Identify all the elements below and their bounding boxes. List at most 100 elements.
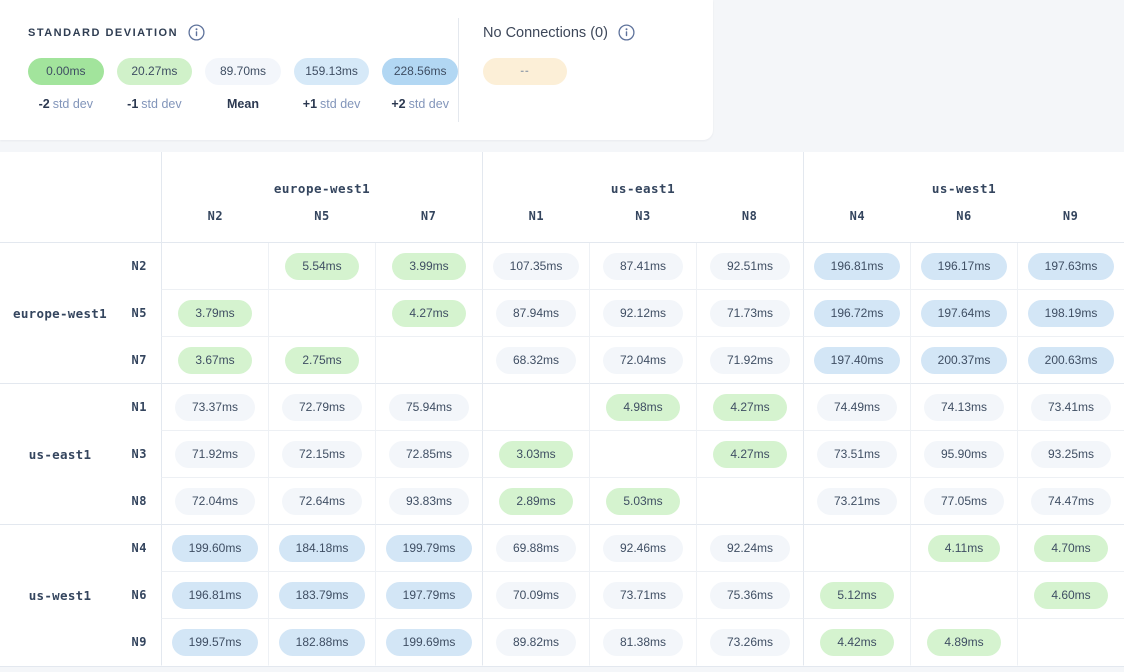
latency-cell: 4.98ms (589, 384, 696, 431)
latency-pill: 87.41ms (603, 253, 683, 280)
latency-cell: 74.49ms (803, 384, 910, 431)
legend-stop: 20.27ms-1std dev (117, 58, 193, 111)
empty-diagonal-cell (268, 290, 375, 337)
std-dev-scale: 0.00ms-2std dev20.27ms-1std dev89.70msMe… (28, 58, 458, 111)
latency-cell: 73.37ms (161, 384, 268, 431)
latency-cell: 197.64ms (910, 290, 1017, 337)
latency-cell: 70.09ms (482, 572, 589, 619)
latency-cell: 3.99ms (375, 243, 482, 290)
empty-diagonal-cell (910, 572, 1017, 619)
latency-pill: 4.27ms (713, 441, 786, 468)
latency-pill: 87.94ms (496, 300, 576, 327)
column-node-header: N6 (911, 209, 1018, 242)
latency-pill: 107.35ms (493, 253, 580, 280)
latency-pill: 4.98ms (606, 394, 679, 421)
latency-cell: 183.79ms (268, 572, 375, 619)
no-connections-info-icon[interactable] (618, 24, 635, 41)
latency-cell: 4.27ms (696, 384, 803, 431)
latency-cell: 4.27ms (375, 290, 482, 337)
column-node-header: N4 (804, 209, 911, 242)
latency-cell: 199.79ms (375, 525, 482, 572)
latency-cell: 4.60ms (1017, 572, 1124, 619)
latency-cell: 72.85ms (375, 431, 482, 478)
latency-cell: 197.40ms (803, 337, 910, 384)
latency-cell: 71.73ms (696, 290, 803, 337)
latency-pill: 196.81ms (172, 582, 259, 609)
std-dev-title: STANDARD DEVIATION (28, 27, 178, 39)
latency-cell: 71.92ms (696, 337, 803, 384)
latency-cell: 107.35ms (482, 243, 589, 290)
latency-cell: 2.89ms (482, 478, 589, 525)
row-region-label: us-west1 (0, 525, 120, 666)
latency-cell: 92.24ms (696, 525, 803, 572)
std-dev-info-icon[interactable] (188, 24, 205, 41)
latency-pill: 73.21ms (817, 488, 897, 515)
latency-cell: 182.88ms (268, 619, 375, 666)
column-group-label: us-east1 (483, 181, 803, 196)
latency-pill: 4.70ms (1034, 535, 1107, 562)
latency-cell: 200.37ms (910, 337, 1017, 384)
latency-pill: 2.75ms (285, 347, 358, 374)
latency-pill: 68.32ms (496, 347, 576, 374)
latency-pill: 3.99ms (392, 253, 465, 280)
legend-stop: 0.00ms-2std dev (28, 58, 104, 111)
matrix-corner-cell (0, 152, 161, 242)
row-region-label: us-east1 (0, 384, 120, 525)
latency-pill: 73.71ms (603, 582, 683, 609)
latency-pill: 196.17ms (921, 253, 1008, 280)
column-group-us-east1: us-east1N1N3N8 (482, 152, 803, 242)
latency-pill: 72.64ms (282, 488, 362, 515)
latency-pill: 4.60ms (1034, 582, 1107, 609)
latency-pill: 198.19ms (1028, 300, 1115, 327)
latency-cell: 3.03ms (482, 431, 589, 478)
std-dev-section: STANDARD DEVIATION 0.00ms-2std dev20.27m… (0, 0, 458, 140)
latency-pill: 92.12ms (603, 300, 683, 327)
latency-cell: 197.63ms (1017, 243, 1124, 290)
latency-cell: 196.72ms (803, 290, 910, 337)
latency-cell: 93.25ms (1017, 431, 1124, 478)
latency-cell: 71.92ms (161, 431, 268, 478)
column-node-header: N8 (696, 209, 803, 242)
latency-cell: 3.67ms (161, 337, 268, 384)
row-node-label: N1 (120, 384, 161, 431)
legend-stop-label: +1std dev (303, 97, 361, 111)
latency-cell: 73.26ms (696, 619, 803, 666)
column-node-header: N3 (590, 209, 697, 242)
latency-cell: 74.47ms (1017, 478, 1124, 525)
latency-pill: 4.27ms (392, 300, 465, 327)
latency-pill: 75.36ms (710, 582, 790, 609)
latency-pill: 4.27ms (713, 394, 786, 421)
latency-pill: 72.15ms (282, 441, 362, 468)
legend-stop: 159.13ms +1std dev (294, 58, 370, 111)
latency-pill: 72.04ms (603, 347, 683, 374)
latency-pill: 95.90ms (924, 441, 1004, 468)
latency-pill: 5.03ms (606, 488, 679, 515)
legend-stop-label: -1std dev (127, 97, 181, 111)
latency-pill: 92.51ms (710, 253, 790, 280)
legend-pill: 159.13ms (294, 58, 370, 85)
no-connections-title: No Connections (0) (483, 25, 608, 41)
latency-cell: 87.94ms (482, 290, 589, 337)
latency-pill: 89.82ms (496, 629, 576, 656)
latency-pill: 73.41ms (1031, 394, 1111, 421)
latency-pill: 4.89ms (927, 629, 1000, 656)
latency-pill: 72.04ms (175, 488, 255, 515)
legend-stop: 89.70msMean (205, 58, 281, 111)
latency-pill: 75.94ms (389, 394, 469, 421)
latency-cell: 72.79ms (268, 384, 375, 431)
latency-cell: 199.60ms (161, 525, 268, 572)
row-node-label: N7 (120, 337, 161, 384)
latency-pill: 92.24ms (710, 535, 790, 562)
latency-pill: 81.38ms (603, 629, 683, 656)
empty-diagonal-cell (482, 384, 589, 431)
latency-cell: 95.90ms (910, 431, 1017, 478)
latency-cell: 4.70ms (1017, 525, 1124, 572)
latency-pill: 69.88ms (496, 535, 576, 562)
latency-cell: 92.51ms (696, 243, 803, 290)
latency-pill: 199.60ms (172, 535, 259, 562)
latency-pill: 3.03ms (499, 441, 572, 468)
latency-pill: 197.64ms (921, 300, 1008, 327)
latency-pill: 74.49ms (817, 394, 897, 421)
latency-pill: 184.18ms (279, 535, 366, 562)
latency-cell: 73.21ms (803, 478, 910, 525)
